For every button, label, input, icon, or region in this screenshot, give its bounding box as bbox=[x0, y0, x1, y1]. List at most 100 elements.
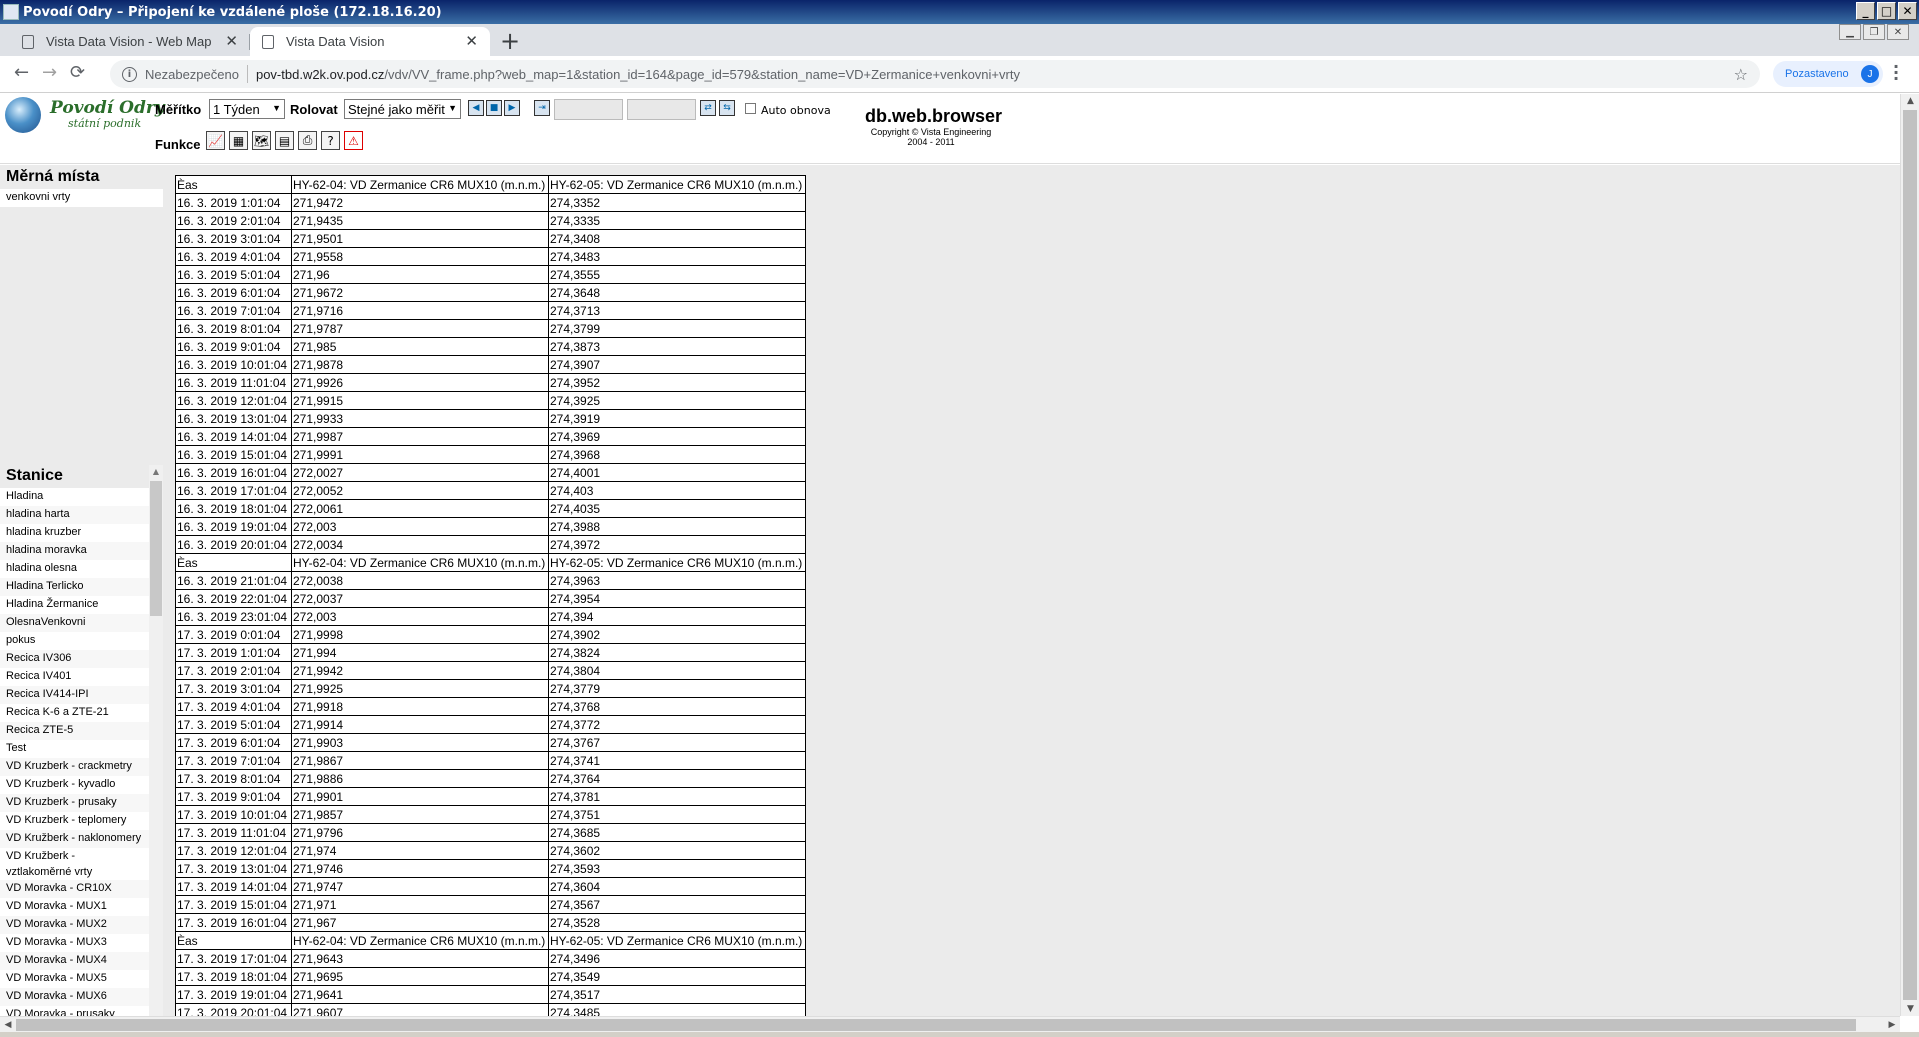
table-cell: 274,3824 bbox=[548, 643, 806, 662]
scroll-back-icon[interactable]: ◀ bbox=[468, 100, 484, 116]
scale-select[interactable]: 1 Týden ▼ bbox=[209, 99, 285, 119]
table-icon[interactable]: ▦ bbox=[229, 131, 248, 150]
page-vertical-scrollbar[interactable]: ▲ ▼ bbox=[1900, 94, 1919, 1016]
station-item[interactable]: hladina kruzber bbox=[0, 524, 149, 542]
scroll-now-icon[interactable]: ■ bbox=[486, 100, 502, 116]
date-to-input[interactable] bbox=[627, 99, 696, 120]
restore-icon[interactable]: ❐ bbox=[1863, 24, 1885, 40]
tab-web-map[interactable]: Vista Data Vision - Web Map ✕ bbox=[10, 27, 250, 56]
station-item[interactable]: VD Kruzberk - kyvadlo bbox=[0, 776, 149, 794]
security-label: Nezabezpečeno bbox=[145, 66, 239, 82]
scroll-up-icon[interactable]: ▲ bbox=[149, 465, 163, 479]
station-item[interactable]: Hladina Terlicko bbox=[0, 578, 149, 596]
table-cell: 16. 3. 2019 16:01:04 bbox=[175, 463, 292, 482]
table-row: 16. 3. 2019 4:01:04 271,9558 274,3483 bbox=[175, 247, 806, 266]
table-row: 16. 3. 2019 2:01:04 271,9435 274,3335 bbox=[175, 211, 806, 230]
station-item[interactable]: Recica IV306 bbox=[0, 650, 149, 668]
scroll-left-icon[interactable]: ◀ bbox=[0, 1017, 16, 1033]
tab-vista-data-vision[interactable]: Vista Data Vision ✕ bbox=[250, 27, 490, 56]
auto-refresh-checkbox[interactable] bbox=[745, 103, 756, 114]
page-horizontal-scrollbar[interactable]: ◀ ▶ bbox=[0, 1016, 1900, 1032]
station-item[interactable]: hladina olesna bbox=[0, 560, 149, 578]
station-item[interactable]: VD Kruzberk - prusaky bbox=[0, 794, 149, 812]
map-icon[interactable]: 🗺 bbox=[252, 131, 271, 150]
table-row: 16. 3. 2019 13:01:04 271,9933 274,3919 bbox=[175, 409, 806, 428]
date-from-input[interactable] bbox=[554, 99, 623, 120]
table-row: 16. 3. 2019 18:01:04 272,0061 274,4035 bbox=[175, 499, 806, 518]
alarm-icon[interactable]: ⚠ bbox=[344, 131, 363, 150]
station-item[interactable]: VD Kružberk - vztlakoměrné vrty bbox=[0, 848, 149, 880]
table-cell: 17. 3. 2019 15:01:04 bbox=[175, 895, 292, 914]
scroll-right-icon[interactable]: ▶ bbox=[1884, 1017, 1900, 1033]
jump-end-icon[interactable]: ⇥ bbox=[534, 100, 550, 116]
station-item[interactable]: VD Moravka - CR10X bbox=[0, 880, 149, 898]
scroll-up-icon[interactable]: ▲ bbox=[1901, 94, 1919, 108]
station-item[interactable]: OlesnaVenkovni bbox=[0, 614, 149, 632]
table-cell: 274,3768 bbox=[548, 697, 806, 716]
column-header: HY-62-05: VD Zermanice CR6 MUX10 (m.n.m.… bbox=[548, 553, 806, 572]
bookmark-star-icon[interactable]: ☆ bbox=[1734, 65, 1748, 84]
rdp-close-button[interactable]: ✕ bbox=[1898, 2, 1917, 20]
rdp-maximize-button[interactable]: □ bbox=[1877, 2, 1896, 20]
table-cell: 274,3496 bbox=[548, 949, 806, 968]
station-item[interactable]: VD Moravka - MUX1 bbox=[0, 898, 149, 916]
table-cell: 271,9886 bbox=[291, 769, 549, 788]
scrollbar-thumb[interactable] bbox=[16, 1019, 1856, 1031]
station-item[interactable]: hladina moravka bbox=[0, 542, 149, 560]
rdp-minimize-button[interactable]: _ bbox=[1856, 2, 1875, 20]
apply-range-icon[interactable]: ⇄ bbox=[700, 100, 716, 116]
reload-icon[interactable]: ⟳ bbox=[70, 62, 85, 83]
station-item[interactable]: hladina harta bbox=[0, 506, 149, 524]
forward-icon[interactable]: → bbox=[42, 62, 57, 83]
report-icon[interactable]: ▤ bbox=[275, 131, 294, 150]
minimize-icon[interactable]: ▁ bbox=[1839, 24, 1861, 40]
scroll-down-icon[interactable]: ▼ bbox=[1901, 1002, 1919, 1016]
table-cell: 274,3804 bbox=[548, 661, 806, 680]
station-item[interactable]: Recica K-6 a ZTE-21 bbox=[0, 704, 149, 722]
station-item[interactable]: Recica IV401 bbox=[0, 668, 149, 686]
address-bar[interactable]: i Nezabezpečeno pov-tbd.w2k.ov.pod.cz /v… bbox=[110, 60, 1760, 88]
station-item[interactable]: Test bbox=[0, 740, 149, 758]
station-item[interactable]: VD Moravka - MUX4 bbox=[0, 952, 149, 970]
station-item[interactable]: VD Moravka - MUX5 bbox=[0, 970, 149, 988]
table-cell: 271,9914 bbox=[291, 715, 549, 734]
print-icon[interactable]: ⎙ bbox=[298, 131, 317, 150]
close-tab-icon[interactable]: ✕ bbox=[225, 32, 238, 50]
scrollbar-thumb[interactable] bbox=[150, 481, 162, 616]
station-item[interactable]: VD Moravka - MUX6 bbox=[0, 988, 149, 1006]
help-icon[interactable]: ? bbox=[321, 131, 340, 150]
station-item[interactable]: Recica IV414-IPI bbox=[0, 686, 149, 704]
table-cell: 16. 3. 2019 5:01:04 bbox=[175, 265, 292, 284]
close-tab-icon[interactable]: ✕ bbox=[465, 32, 478, 50]
stations-scrollbar[interactable]: ▲ bbox=[149, 465, 163, 1016]
station-item[interactable]: VD Kruzberk - teplomery bbox=[0, 812, 149, 830]
scroll-select[interactable]: Stejné jako měřit ▼ bbox=[344, 99, 461, 119]
graph-icon[interactable]: 📈 bbox=[206, 131, 225, 150]
profile-button[interactable]: Pozastaveno J bbox=[1773, 61, 1883, 87]
copyright: Copyright © Vista Engineering 2004 - 201… bbox=[861, 127, 1001, 147]
table-cell: 17. 3. 2019 11:01:04 bbox=[175, 823, 292, 842]
station-item[interactable]: VD Moravka - MUX2 bbox=[0, 916, 149, 934]
station-item[interactable]: pokus bbox=[0, 632, 149, 650]
scroll-forward-icon[interactable]: ▶ bbox=[504, 100, 520, 116]
station-item[interactable]: Hladina bbox=[0, 488, 149, 506]
measuring-place-item[interactable]: venkovni vrty bbox=[0, 189, 163, 207]
table-cell: 272,0034 bbox=[291, 535, 549, 554]
close-icon[interactable]: ✕ bbox=[1887, 24, 1909, 40]
info-icon[interactable]: i bbox=[122, 66, 137, 82]
station-item[interactable]: VD Kruzberk - crackmetry bbox=[0, 758, 149, 776]
back-icon[interactable]: ← bbox=[14, 62, 29, 83]
menu-dots-icon[interactable]: · · · bbox=[1893, 59, 1899, 87]
table-row: 16. 3. 2019 1:01:04 271,9472 274,3352 bbox=[175, 193, 806, 212]
station-item[interactable]: Hladina Žermanice bbox=[0, 596, 149, 614]
scrollbar-thumb[interactable] bbox=[1903, 110, 1917, 1000]
table-cell: 17. 3. 2019 20:01:04 bbox=[175, 1003, 292, 1016]
range-reset-icon[interactable]: ⇆ bbox=[719, 100, 735, 116]
table-cell: 16. 3. 2019 20:01:04 bbox=[175, 535, 292, 554]
new-tab-button[interactable]: + bbox=[500, 27, 520, 55]
station-item[interactable]: VD Kružberk - naklonomery bbox=[0, 830, 149, 848]
station-item[interactable]: VD Moravka - prusaky bbox=[0, 1006, 149, 1016]
station-item[interactable]: VD Moravka - MUX3 bbox=[0, 934, 149, 952]
table-cell: 271,9746 bbox=[291, 859, 549, 878]
station-item[interactable]: Recica ZTE-5 bbox=[0, 722, 149, 740]
